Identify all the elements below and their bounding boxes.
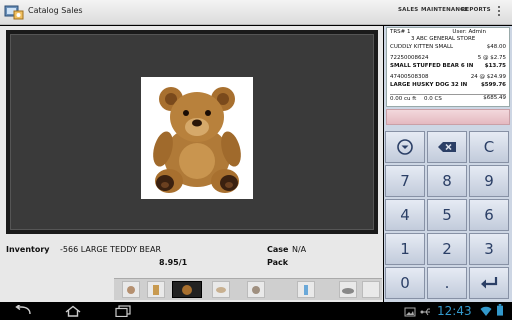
receipt-summary: 0.00 cu ft 0.0 CS $685.49 [390,94,506,102]
wifi-icon [480,306,492,316]
backspace-icon [438,142,456,152]
clock: 12:43 [437,304,472,318]
key-6[interactable]: 6 [469,199,509,231]
inventory-label: Inventory [6,245,50,254]
key-3[interactable]: 3 [469,233,509,265]
receipt-line: LARGE HUSKY DOG 32 IN $599.76 [390,82,506,88]
thumb-8[interactable] [362,281,380,298]
enter-icon [481,277,498,289]
key-1[interactable]: 1 [385,233,425,265]
receipt[interactable]: TRS# 1 User: Admin 3 ABC GENERAL STORE C… [386,27,510,107]
gallery-notification-icon [404,307,416,317]
receipt-line: 47400508308 24 @ $24.99 [390,74,506,80]
thumb-5[interactable] [247,281,265,298]
chevron-down-icon [397,139,413,155]
keypad: C 7 8 9 4 5 6 1 2 3 0 . [384,130,512,302]
system-bar: 12:43 [0,302,512,320]
product-panel: Inventory -566 LARGE TEDDY BEAR 8.95/1 C… [0,26,383,302]
receipt-user: User: Admin [452,29,486,35]
menu-reports[interactable]: REPORTS [461,7,491,13]
recent-apps-icon[interactable] [114,305,132,317]
app-title: Catalog Sales [28,6,83,15]
receipt-line: SMALL STUFFED BEAR 6 IN $13.75 [390,63,506,69]
register-panel: TRS# 1 User: Admin 3 ABC GENERAL STORE C… [384,26,512,302]
back-icon[interactable] [14,305,32,317]
pack-label: Pack [267,258,289,267]
receipt-store: 3 ABC GENERAL STORE [411,36,476,42]
teddy-bear-photo[interactable] [141,77,253,199]
receipt-trs: TRS# 1 [390,29,411,35]
home-icon[interactable] [64,305,82,317]
thumb-2[interactable] [147,281,165,298]
key-2[interactable]: 2 [427,233,467,265]
clear-key[interactable]: C [469,131,509,163]
case-label: Case [267,245,289,254]
menu-sales[interactable]: SALES [398,7,418,13]
catalog-app-icon[interactable] [4,3,24,21]
receipt-line: CUDDLY KITTEN SMALL $48.00 [390,44,506,50]
price-value: 8.95/1 [159,258,188,267]
enter-key[interactable] [469,267,509,299]
image-viewer [6,30,378,234]
thumbnail-strip [114,278,382,300]
backspace-key[interactable] [427,131,467,163]
overflow-menu-icon[interactable] [497,6,501,18]
key-5[interactable]: 5 [427,199,467,231]
thumb-4[interactable] [212,281,230,298]
usb-icon [420,308,430,316]
thumb-1[interactable] [122,281,140,298]
inventory-value: -566 LARGE TEDDY BEAR [60,245,161,254]
battery-icon [497,304,503,316]
key-0[interactable]: 0 [385,267,425,299]
key-8[interactable]: 8 [427,165,467,197]
key-7[interactable]: 7 [385,165,425,197]
thumb-7[interactable] [339,281,357,298]
thumb-6[interactable] [297,281,315,298]
dropdown-key[interactable] [385,131,425,163]
thumb-3[interactable] [172,281,202,298]
receipt-line: 72250008624 5 @ $2.75 [390,55,506,61]
key-4[interactable]: 4 [385,199,425,231]
case-value: N/A [292,245,307,254]
action-bar: Catalog Sales SALES MAINTENANCE REPORTS [0,0,512,25]
key-decimal[interactable]: . [427,267,467,299]
key-9[interactable]: 9 [469,165,509,197]
entry-field[interactable] [386,109,510,125]
